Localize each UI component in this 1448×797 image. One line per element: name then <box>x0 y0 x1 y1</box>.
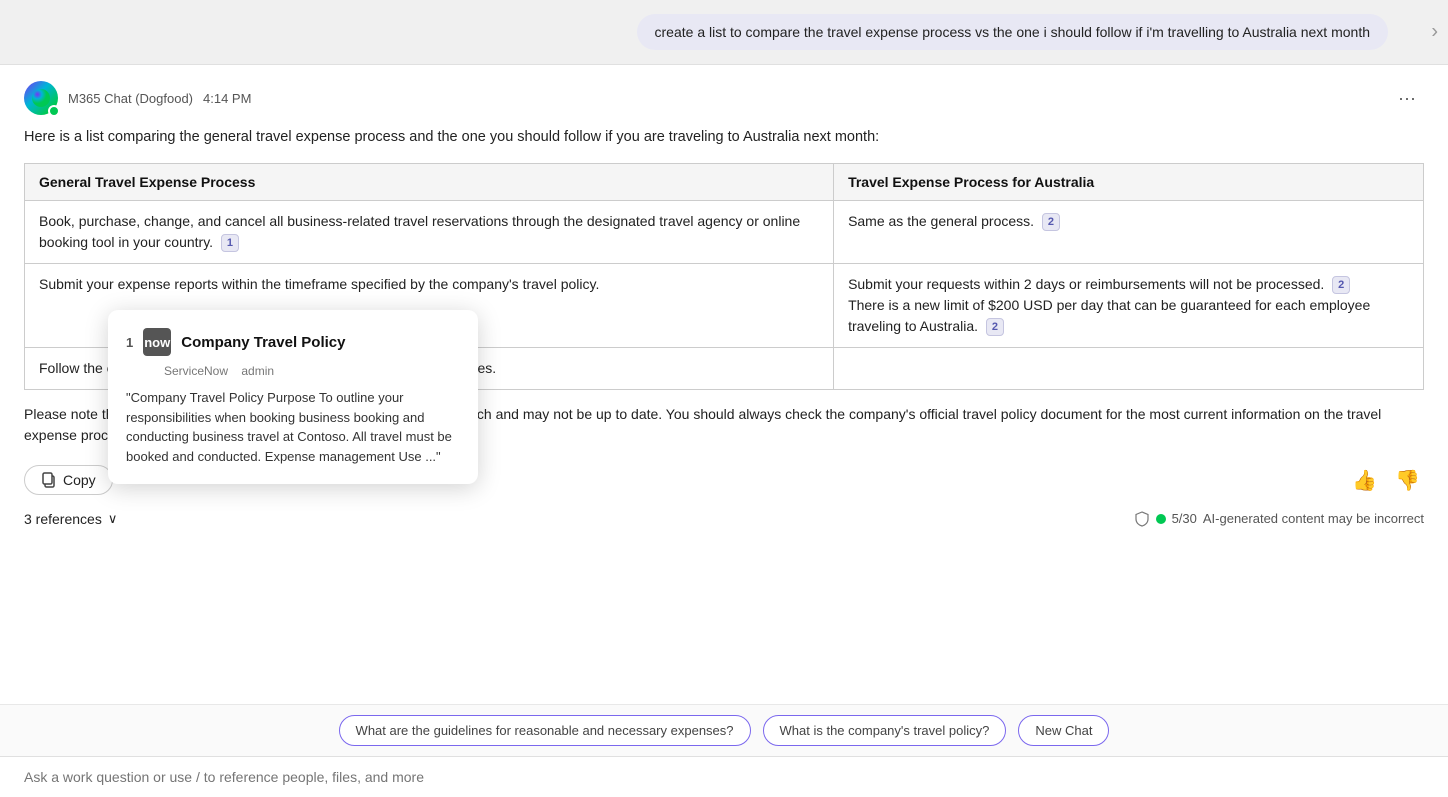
table-cell: Book, purchase, change, and cancel all b… <box>25 200 834 263</box>
tooltip-excerpt: "Company Travel Policy Purpose To outlin… <box>126 388 460 466</box>
copy-icon <box>41 472 57 488</box>
safety-count: 5/30 <box>1172 511 1197 526</box>
chat-input[interactable] <box>24 769 1424 785</box>
tooltip-header: 1 now Company Travel Policy <box>126 328 460 356</box>
thumbs-up-button[interactable]: 👍 <box>1348 464 1381 497</box>
ref-badge-2b[interactable]: 2 <box>1332 276 1350 294</box>
ai-meta: M365 Chat (Dogfood) 4:14 PM <box>24 81 251 115</box>
tooltip-popup: 1 now Company Travel Policy ServiceNow a… <box>108 310 478 484</box>
ai-generated-label: AI-generated content may be incorrect <box>1203 511 1424 526</box>
shield-icon <box>1134 511 1150 527</box>
user-message-bar: create a list to compare the travel expe… <box>0 0 1448 65</box>
new-chat-button[interactable]: New Chat <box>1018 715 1109 746</box>
app-name: M365 Chat (Dogfood) <box>68 91 193 106</box>
thumbs-down-button[interactable]: 👎 <box>1391 464 1424 497</box>
ai-avatar-check <box>48 105 60 117</box>
references-toggle-button[interactable]: 3 references ∨ <box>24 511 117 527</box>
table-cell: Submit your requests within 2 days or re… <box>834 263 1424 347</box>
table-row: Book, purchase, change, and cancel all b… <box>25 200 1424 263</box>
suggestion-chip-1[interactable]: What are the guidelines for reasonable a… <box>339 715 751 746</box>
safety-info: 5/30 AI-generated content may be incorre… <box>1134 511 1424 527</box>
input-bar <box>0 756 1448 797</box>
copy-button[interactable]: Copy <box>24 465 113 495</box>
green-dot <box>1156 514 1166 524</box>
table-cell: Same as the general process. 2 <box>834 200 1424 263</box>
more-options-button[interactable]: ··· <box>1390 84 1424 113</box>
ref-badge-2[interactable]: 2 <box>1042 213 1060 231</box>
table-col1-header: General Travel Expense Process <box>25 163 834 200</box>
chevron-down-icon: ∨ <box>108 511 118 527</box>
references-bar: 3 references ∨ 5/30 AI-generated content… <box>0 505 1448 539</box>
ai-intro-text: Here is a list comparing the general tra… <box>24 127 1424 149</box>
scroll-indicator: › <box>1431 21 1438 44</box>
timestamp: 4:14 PM <box>203 91 251 106</box>
suggestion-chip-2[interactable]: What is the company's travel policy? <box>763 715 1007 746</box>
ai-response-header: M365 Chat (Dogfood) 4:14 PM ··· <box>0 65 1448 123</box>
tooltip-title: Company Travel Policy <box>181 334 345 351</box>
tooltip-icon: now <box>143 328 171 356</box>
feedback-buttons: 👍 👎 <box>1348 464 1424 497</box>
tooltip-ref-num: 1 <box>126 335 133 350</box>
ref-badge-1[interactable]: 1 <box>221 234 239 252</box>
references-label: 3 references <box>24 511 102 527</box>
table-col2-header: Travel Expense Process for Australia <box>834 163 1424 200</box>
ref-badge-2c[interactable]: 2 <box>986 318 1004 336</box>
tooltip-source: ServiceNow admin <box>126 364 460 378</box>
ai-avatar <box>24 81 58 115</box>
suggestions-bar: What are the guidelines for reasonable a… <box>0 704 1448 756</box>
user-message-text: create a list to compare the travel expe… <box>637 14 1388 50</box>
table-cell <box>834 347 1424 389</box>
